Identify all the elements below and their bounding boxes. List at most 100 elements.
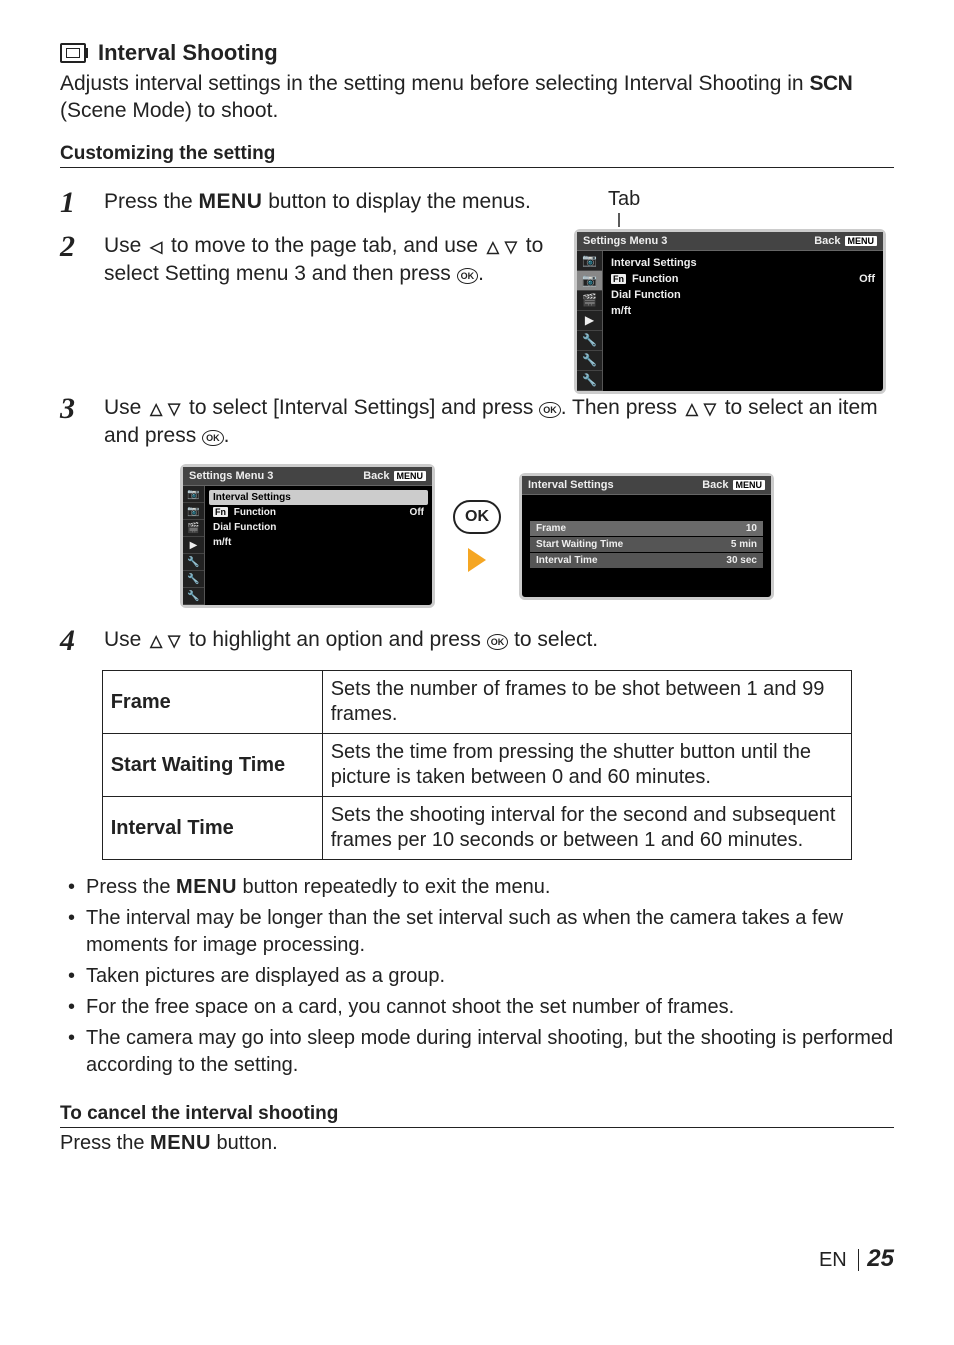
cam-tab-camera2-icon: 📷	[577, 271, 602, 291]
cam-row-fn-value: Off	[859, 273, 875, 285]
tab-callout-label: Tab	[608, 188, 894, 211]
cam-row-dial-label: Dial Function	[611, 289, 681, 301]
table-row: Interval Time Sets the shooting interval…	[102, 797, 852, 860]
step-2-text-a: Use	[104, 234, 147, 257]
menu-button-label: MENU	[150, 1132, 211, 1154]
option-frame-desc: Sets the number of frames to be shot bet…	[322, 671, 852, 734]
dpad-up-icon	[484, 232, 502, 260]
cancel-instruction: Press the MENU button.	[60, 1132, 894, 1155]
cam-row-mft-label: m/ft	[213, 537, 231, 548]
cam-row-mft: m/ft	[213, 535, 424, 550]
step-3-text-a: Use	[104, 396, 147, 419]
dpad-down-icon	[165, 394, 183, 422]
cam-tab-camera1-icon: 📷	[577, 251, 602, 271]
step-3-text-c: . Then press	[561, 396, 683, 419]
fn-icon: Fn	[611, 274, 626, 284]
cancel-heading: To cancel the interval shooting	[60, 1103, 894, 1128]
cam-tab-wrench3-icon: 🔧	[183, 588, 204, 605]
interval-row-it-label: Interval Time	[536, 555, 598, 566]
cam-row-mft: m/ft	[611, 303, 875, 319]
cam-tab-wrench1-icon: 🔧	[183, 554, 204, 571]
step-2-text-b: to move to the page tab, and use	[165, 234, 484, 257]
cam-tab-video-icon: 🎬	[577, 291, 602, 311]
cam-row-fn: Fn Function Off	[611, 271, 875, 287]
step-4-text-a: Use	[104, 628, 147, 651]
note-5: The camera may go into sleep mode during…	[60, 1025, 894, 1079]
dpad-up-icon	[147, 626, 165, 654]
cam-back-label: Back	[702, 479, 728, 491]
cam-tab-playback-icon: ▶	[577, 311, 602, 331]
cancel-text-a: Press the	[60, 1132, 150, 1154]
intro-text-before: Adjusts interval settings in the setting…	[60, 72, 809, 95]
option-it-label: Interval Time	[102, 797, 322, 860]
dpad-up-icon	[147, 394, 165, 422]
ok-button-icon: OK	[202, 430, 224, 446]
cam-back-label: Back	[814, 235, 840, 247]
cam-row-dial-label: Dial Function	[213, 522, 276, 533]
step-2-text-d: .	[478, 262, 484, 285]
note-4: For the free space on a card, you cannot…	[60, 994, 894, 1021]
cam-header-title: Settings Menu 3	[189, 470, 273, 482]
cam-row-fn-value: Off	[410, 507, 424, 518]
cam-back-label: Back	[363, 470, 389, 482]
cam-menu-pill: MENU	[845, 236, 878, 246]
cam-menu-pill: MENU	[394, 471, 427, 481]
interval-shooting-icon	[60, 43, 86, 63]
cam-row-interval-highlighted: Interval Settings	[209, 490, 428, 505]
intro-paragraph: Adjusts interval settings in the setting…	[60, 70, 894, 125]
notes-list: Press the MENU button repeatedly to exit…	[60, 874, 894, 1079]
step-4-text-b: to highlight an option and press	[183, 628, 487, 651]
step-4-text-c: to select.	[508, 628, 598, 651]
cam-row-fn-label: Function	[629, 273, 679, 285]
camera-menu-screenshot-top: Settings Menu 3 Back MENU 📷 📷 🎬 ▶ 🔧 🔧	[574, 229, 886, 394]
ok-button-icon: OK	[539, 402, 561, 418]
interval-row-frame-value: 10	[746, 523, 757, 534]
camera-menu-screenshot-left: Settings Menu 3 Back MENU 📷 📷 🎬 ▶ 🔧 🔧 🔧	[180, 464, 435, 608]
step-2-number: 2	[60, 232, 88, 262]
interval-row-frame: Frame10	[530, 521, 763, 536]
step-3-text-e: .	[224, 424, 230, 447]
fn-icon: Fn	[213, 507, 228, 517]
cam-tab-wrench2-icon: 🔧	[183, 571, 204, 588]
cam-tab-camera1-icon: 📷	[183, 486, 204, 503]
camera-interval-settings-screenshot: Interval Settings Back MENU Frame10 Star…	[519, 473, 774, 600]
dpad-down-icon	[502, 232, 520, 260]
cam-tab-playback-icon: ▶	[183, 537, 204, 554]
step-2: 2 Use to move to the page tab, and use t…	[60, 232, 554, 289]
note-2: The interval may be longer than the set …	[60, 905, 894, 959]
interval-row-swt: Start Waiting Time5 min	[530, 537, 763, 552]
options-table: Frame Sets the number of frames to be sh…	[102, 670, 853, 860]
cam-tab-wrench3-icon: 🔧	[577, 371, 602, 391]
cam-tab-column: 📷 📷 🎬 ▶ 🔧 🔧 🔧	[183, 486, 205, 605]
interval-row-it: Interval Time30 sec	[530, 553, 763, 568]
option-swt-label: Start Waiting Time	[102, 734, 322, 797]
interval-row-swt-label: Start Waiting Time	[536, 539, 623, 550]
cam-row-dial: Dial Function	[213, 520, 424, 535]
cam-tab-wrench1-icon: 🔧	[577, 331, 602, 351]
footer-page-number: 25	[867, 1245, 894, 1272]
customizing-heading: Customizing the setting	[60, 143, 894, 168]
cam-row-interval: Interval Settings	[611, 255, 875, 271]
cam-row-dial: Dial Function	[611, 287, 875, 303]
cam-menu-pill: MENU	[733, 480, 766, 490]
note-1-text-a: Press the	[86, 876, 176, 898]
table-row: Start Waiting Time Sets the time from pr…	[102, 734, 852, 797]
note-1-text-b: button repeatedly to exit the menu.	[237, 876, 551, 898]
step-3: 3 Use to select [Interval Settings] and …	[60, 394, 894, 451]
note-3: Taken pictures are displayed as a group.	[60, 963, 894, 990]
step-1-text-b: button to display the menus.	[262, 190, 531, 213]
step-3-number: 3	[60, 394, 88, 424]
step-3-text-b: to select [Interval Settings] and press	[183, 396, 539, 419]
cam-tab-camera2-icon: 📷	[183, 503, 204, 520]
cam-row-fn-label: Function	[231, 507, 276, 518]
note-1: Press the MENU button repeatedly to exit…	[60, 874, 894, 901]
footer-lang: EN	[819, 1249, 847, 1271]
step-4: 4 Use to highlight an option and press O…	[60, 626, 894, 656]
dpad-up-icon	[683, 394, 701, 422]
menu-button-label: MENU	[199, 190, 263, 213]
step-4-number: 4	[60, 626, 88, 656]
cam-header-title: Interval Settings	[528, 479, 614, 491]
option-swt-desc: Sets the time from pressing the shutter …	[322, 734, 852, 797]
dpad-down-icon	[165, 626, 183, 654]
ok-button-icon: OK	[487, 634, 509, 650]
